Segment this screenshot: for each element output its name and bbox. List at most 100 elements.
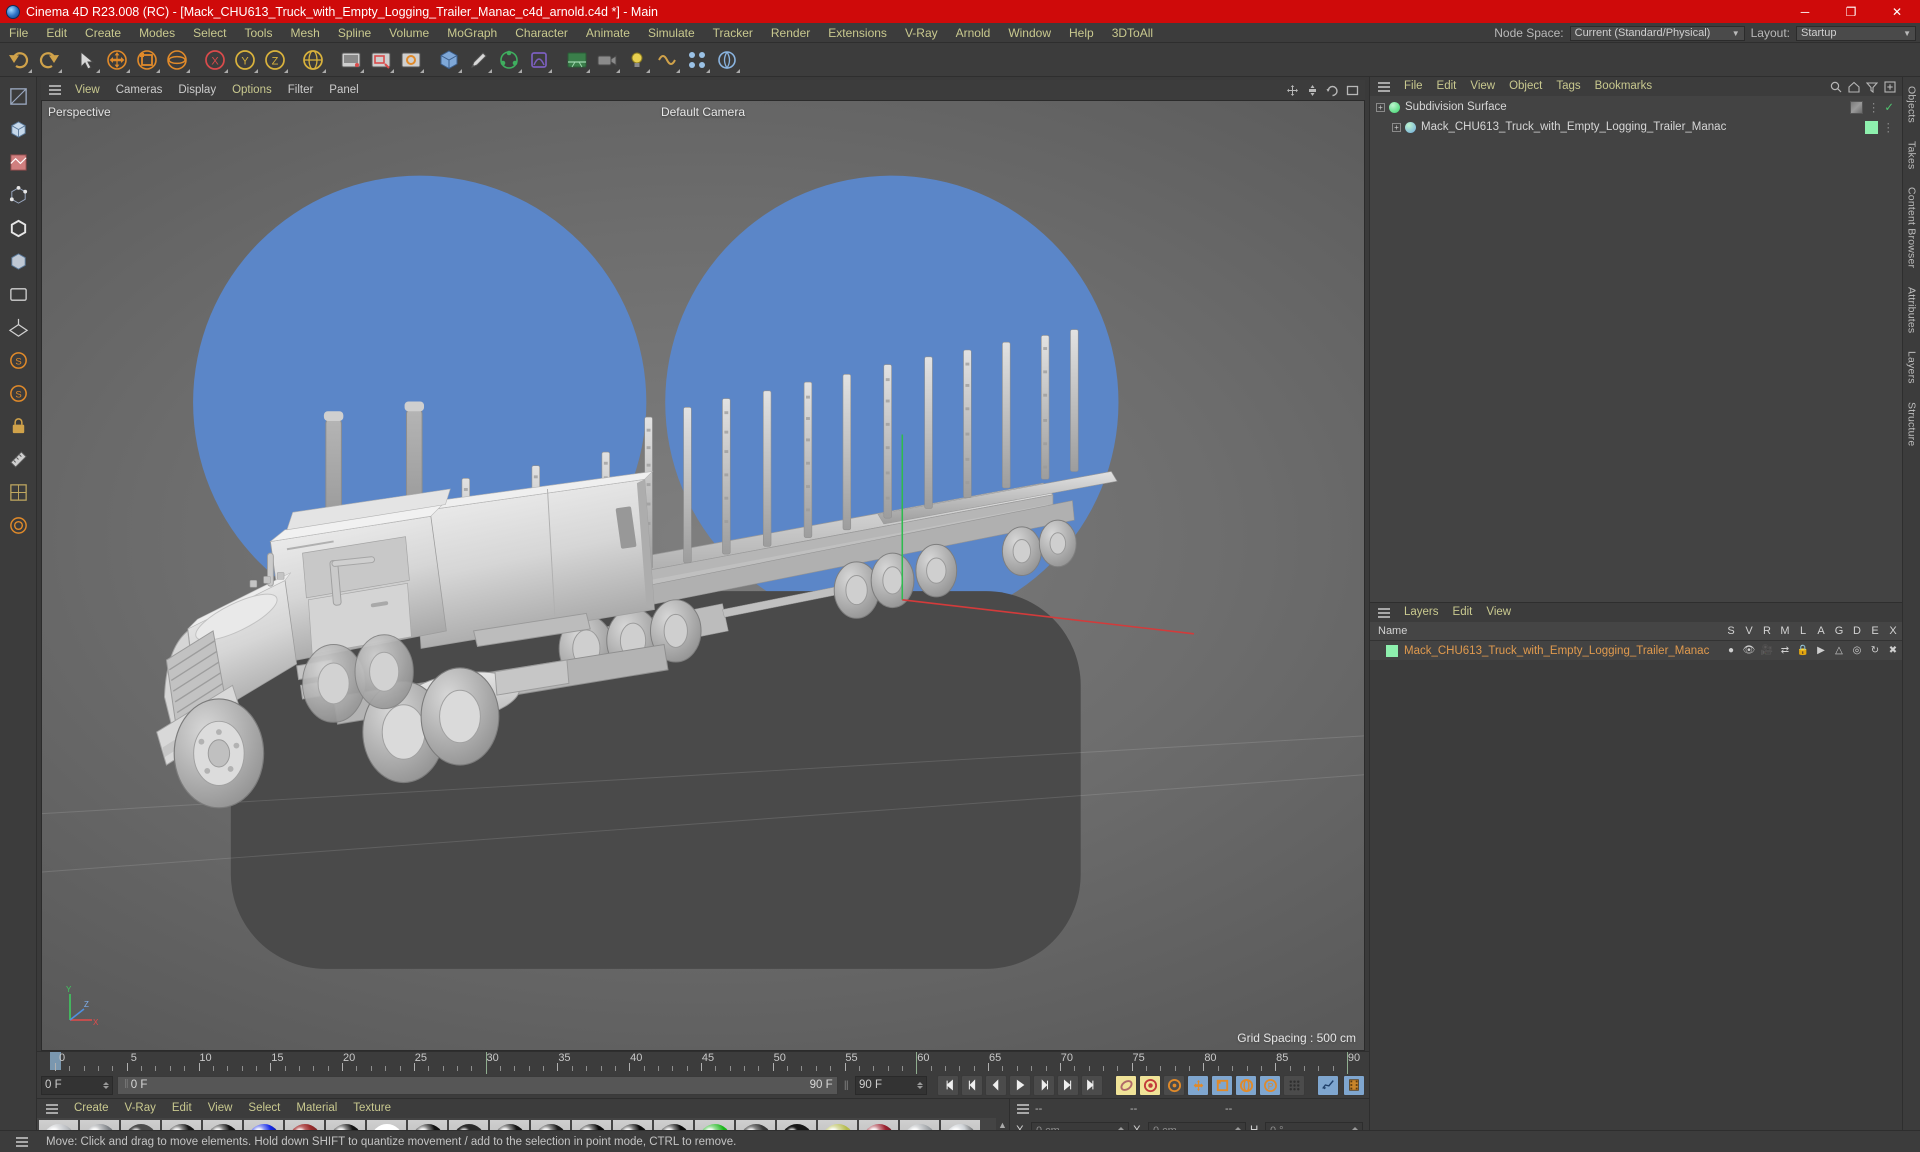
- home-icon[interactable]: [1848, 81, 1860, 93]
- object-menu-view[interactable]: View: [1463, 77, 1502, 96]
- menu-mesh[interactable]: Mesh: [281, 23, 328, 43]
- viewport-3d[interactable]: Perspective Default Camera Y X Z Grid Sp…: [41, 100, 1365, 1051]
- texture-mode-tool[interactable]: [3, 147, 33, 177]
- object-menu-bookmarks[interactable]: Bookmarks: [1588, 77, 1660, 96]
- layer-color-tag-icon[interactable]: [1864, 120, 1878, 134]
- edges-mode-tool[interactable]: [3, 213, 33, 243]
- go-to-start-button[interactable]: [937, 1074, 959, 1096]
- end-frame-field[interactable]: 90 F: [855, 1075, 927, 1095]
- dock-tab-attributes[interactable]: Attributes: [1906, 278, 1918, 342]
- redo-button[interactable]: [34, 45, 63, 74]
- menu-simulate[interactable]: Simulate: [639, 23, 704, 43]
- material-menu-view[interactable]: View: [200, 1099, 241, 1118]
- record-active-objects-button[interactable]: [1115, 1074, 1137, 1096]
- layers-menu-layers[interactable]: Layers: [1397, 603, 1446, 622]
- object-menu-tags[interactable]: Tags: [1549, 77, 1587, 96]
- material-menu-select[interactable]: Select: [240, 1099, 288, 1118]
- layers-menu-view[interactable]: View: [1479, 603, 1518, 622]
- material-menu-v-ray[interactable]: V-Ray: [117, 1099, 164, 1118]
- dock-tab-structure[interactable]: Structure: [1906, 393, 1918, 455]
- viewport-menu-panel[interactable]: Panel: [321, 80, 366, 100]
- render-settings-button[interactable]: [396, 45, 425, 74]
- dock-tab-objects[interactable]: Objects: [1906, 77, 1918, 132]
- menu-arnold[interactable]: Arnold: [947, 23, 1000, 43]
- enable-snap-tool[interactable]: S: [3, 378, 33, 408]
- timeline-curve-button[interactable]: [1317, 1074, 1339, 1096]
- filter-icon[interactable]: [1866, 81, 1878, 93]
- viewport-menu-view[interactable]: View: [67, 80, 108, 100]
- menu-volume[interactable]: Volume: [380, 23, 438, 43]
- cube-primitive-button[interactable]: [434, 45, 463, 74]
- object-tags[interactable]: ⋮: [1864, 120, 1894, 134]
- lock-axis-x-button[interactable]: X: [200, 45, 229, 74]
- timeline-range-bar[interactable]: ‖ 0 F 90 F: [117, 1075, 838, 1095]
- viewport-menu-cameras[interactable]: Cameras: [108, 80, 171, 100]
- material-menu-texture[interactable]: Texture: [345, 1099, 399, 1118]
- parameter-key-button[interactable]: P: [1259, 1074, 1281, 1096]
- object-row[interactable]: + Subdivision Surface ⋮ ✓: [1370, 97, 1902, 117]
- render-view-button[interactable]: [336, 45, 365, 74]
- viewport-menu-options[interactable]: Options: [224, 80, 280, 100]
- range-grip-left-icon[interactable]: ‖: [122, 1079, 131, 1091]
- spline-pen-button[interactable]: [464, 45, 493, 74]
- layer-column-r[interactable]: R: [1758, 625, 1776, 637]
- layout-select[interactable]: Startup ▼: [1796, 25, 1916, 41]
- object-menu-burger-icon[interactable]: [1370, 81, 1397, 92]
- layer-toggle-s[interactable]: ●: [1722, 645, 1740, 656]
- layer-column-l[interactable]: L: [1794, 625, 1812, 637]
- move-button[interactable]: [102, 45, 131, 74]
- menu-window[interactable]: Window: [999, 23, 1060, 43]
- material-menu-material[interactable]: Material: [288, 1099, 345, 1118]
- enable-axis-tool[interactable]: S: [3, 345, 33, 375]
- menu-mograph[interactable]: MoGraph: [438, 23, 506, 43]
- deformer-button[interactable]: [652, 45, 681, 74]
- menu-animate[interactable]: Animate: [577, 23, 639, 43]
- menu-render[interactable]: Render: [762, 23, 819, 43]
- points-mode-tool[interactable]: [3, 180, 33, 210]
- dock-tab-content-browser[interactable]: Content Browser: [1906, 178, 1918, 277]
- layer-column-a[interactable]: A: [1812, 625, 1830, 637]
- search-icon[interactable]: [1830, 81, 1842, 93]
- uv-tool[interactable]: [3, 477, 33, 507]
- scale-key-button[interactable]: [1211, 1074, 1233, 1096]
- layer-toggle-d[interactable]: ◎: [1848, 645, 1866, 656]
- layer-menu-burger-icon[interactable]: [1370, 607, 1397, 618]
- range-grip-right-icon[interactable]: ‖: [842, 1078, 851, 1093]
- live-selection-button[interactable]: [72, 45, 101, 74]
- menu-create[interactable]: Create: [76, 23, 130, 43]
- menu-file[interactable]: File: [0, 23, 37, 43]
- scale-button[interactable]: [132, 45, 161, 74]
- layer-column-s[interactable]: S: [1722, 625, 1740, 637]
- next-frame-button[interactable]: [1033, 1074, 1055, 1096]
- viewport-menu-burger-icon[interactable]: [41, 85, 67, 95]
- layer-column-e[interactable]: E: [1866, 625, 1884, 637]
- coordinates-menu-burger-icon[interactable]: [1010, 1104, 1035, 1114]
- viewport-rotate-icon[interactable]: [1326, 84, 1339, 97]
- layers-menu-edit[interactable]: Edit: [1446, 603, 1480, 622]
- timeline-ruler[interactable]: 0 5 10 15 20 25 30 35 40 45 50 55 60 65 70 75 80 85 90: [41, 1052, 1365, 1074]
- layer-toggle-v[interactable]: 👁: [1740, 645, 1758, 656]
- rotation-key-button[interactable]: [1235, 1074, 1257, 1096]
- lock-axis-z-button[interactable]: Z: [260, 45, 289, 74]
- play-button[interactable]: [1009, 1074, 1031, 1096]
- menu-select[interactable]: Select: [184, 23, 235, 43]
- layer-column-x[interactable]: X: [1884, 625, 1902, 637]
- menu-3dtoall[interactable]: 3DToAll: [1103, 23, 1162, 43]
- layer-toggle-l[interactable]: 🔒: [1794, 645, 1812, 656]
- layer-toggle-a[interactable]: ▶: [1812, 645, 1830, 656]
- close-button[interactable]: ✕: [1874, 0, 1920, 23]
- layer-toggle-m[interactable]: ⇄: [1776, 645, 1794, 656]
- next-key-button[interactable]: [1057, 1074, 1079, 1096]
- layer-toggle-e[interactable]: ↻: [1866, 645, 1884, 656]
- object-row[interactable]: + Mack_CHU613_Truck_with_Empty_Logging_Tr…: [1370, 117, 1902, 137]
- material-menu-create[interactable]: Create: [66, 1099, 117, 1118]
- menu-tracker[interactable]: Tracker: [704, 23, 762, 43]
- layer-column-g[interactable]: G: [1830, 625, 1848, 637]
- object-menu-object[interactable]: Object: [1502, 77, 1549, 96]
- current-frame-stepper[interactable]: [97, 1081, 109, 1089]
- autokeying-button[interactable]: [1139, 1074, 1161, 1096]
- object-menu-file[interactable]: File: [1397, 77, 1430, 96]
- menu-spline[interactable]: Spline: [329, 23, 380, 43]
- undo-button[interactable]: [4, 45, 33, 74]
- previous-frame-button[interactable]: [985, 1074, 1007, 1096]
